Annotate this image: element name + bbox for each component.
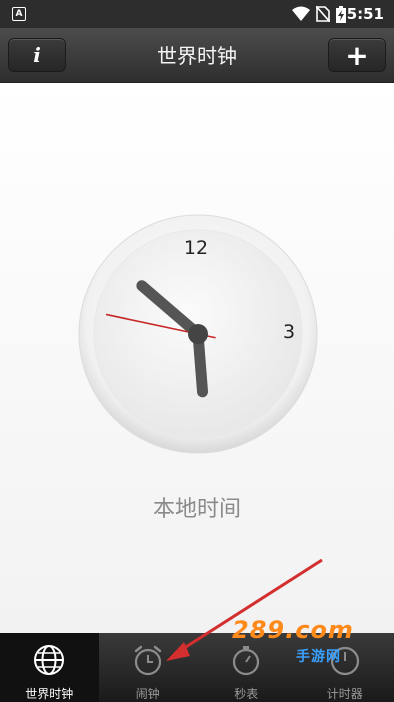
analog-clock[interactable]: 12 3 xyxy=(78,214,318,454)
tab-label: 计时器 xyxy=(326,687,363,701)
tab-label: 世界时钟 xyxy=(25,687,74,701)
battery-charging-icon xyxy=(336,5,346,23)
add-icon: + xyxy=(345,38,369,72)
wifi-icon xyxy=(292,6,310,21)
alarm-clock-icon xyxy=(134,645,161,676)
clock-face: 12 3 xyxy=(78,214,318,454)
local-time-label: 本地时间 xyxy=(152,497,241,522)
status-icons xyxy=(292,5,346,23)
globe-icon xyxy=(34,645,65,675)
clock-number-3: 3 xyxy=(283,321,295,343)
no-sim-icon xyxy=(316,6,330,22)
watermark-subtext: 手游网 xyxy=(296,649,341,665)
status-time: 5:51 xyxy=(346,5,384,23)
add-button[interactable]: + xyxy=(328,38,386,72)
tab-alarm[interactable]: 闹钟 xyxy=(99,633,198,702)
clock-center-cap xyxy=(188,324,208,344)
clock-number-12: 12 xyxy=(184,237,208,259)
watermark-logo: 289.com 手游网 xyxy=(232,616,354,665)
main-content: 12 3 本地时间 xyxy=(0,83,394,633)
title-bar: i 世界时钟 + xyxy=(0,28,394,83)
tab-world-clock[interactable]: 世界时钟 xyxy=(0,633,99,702)
tab-label: 秒表 xyxy=(234,687,259,701)
watermark-text: 289.com xyxy=(232,616,354,644)
app-screen: A 5:51 i 世界时钟 + 12 3 本地时间 世界时钟 闹钟 秒表 计时器… xyxy=(0,0,394,702)
tab-label: 闹钟 xyxy=(135,687,160,701)
status-bar: A 5:51 xyxy=(0,0,394,28)
notification-icon: A xyxy=(12,7,26,21)
stopwatch-icon xyxy=(233,646,260,676)
